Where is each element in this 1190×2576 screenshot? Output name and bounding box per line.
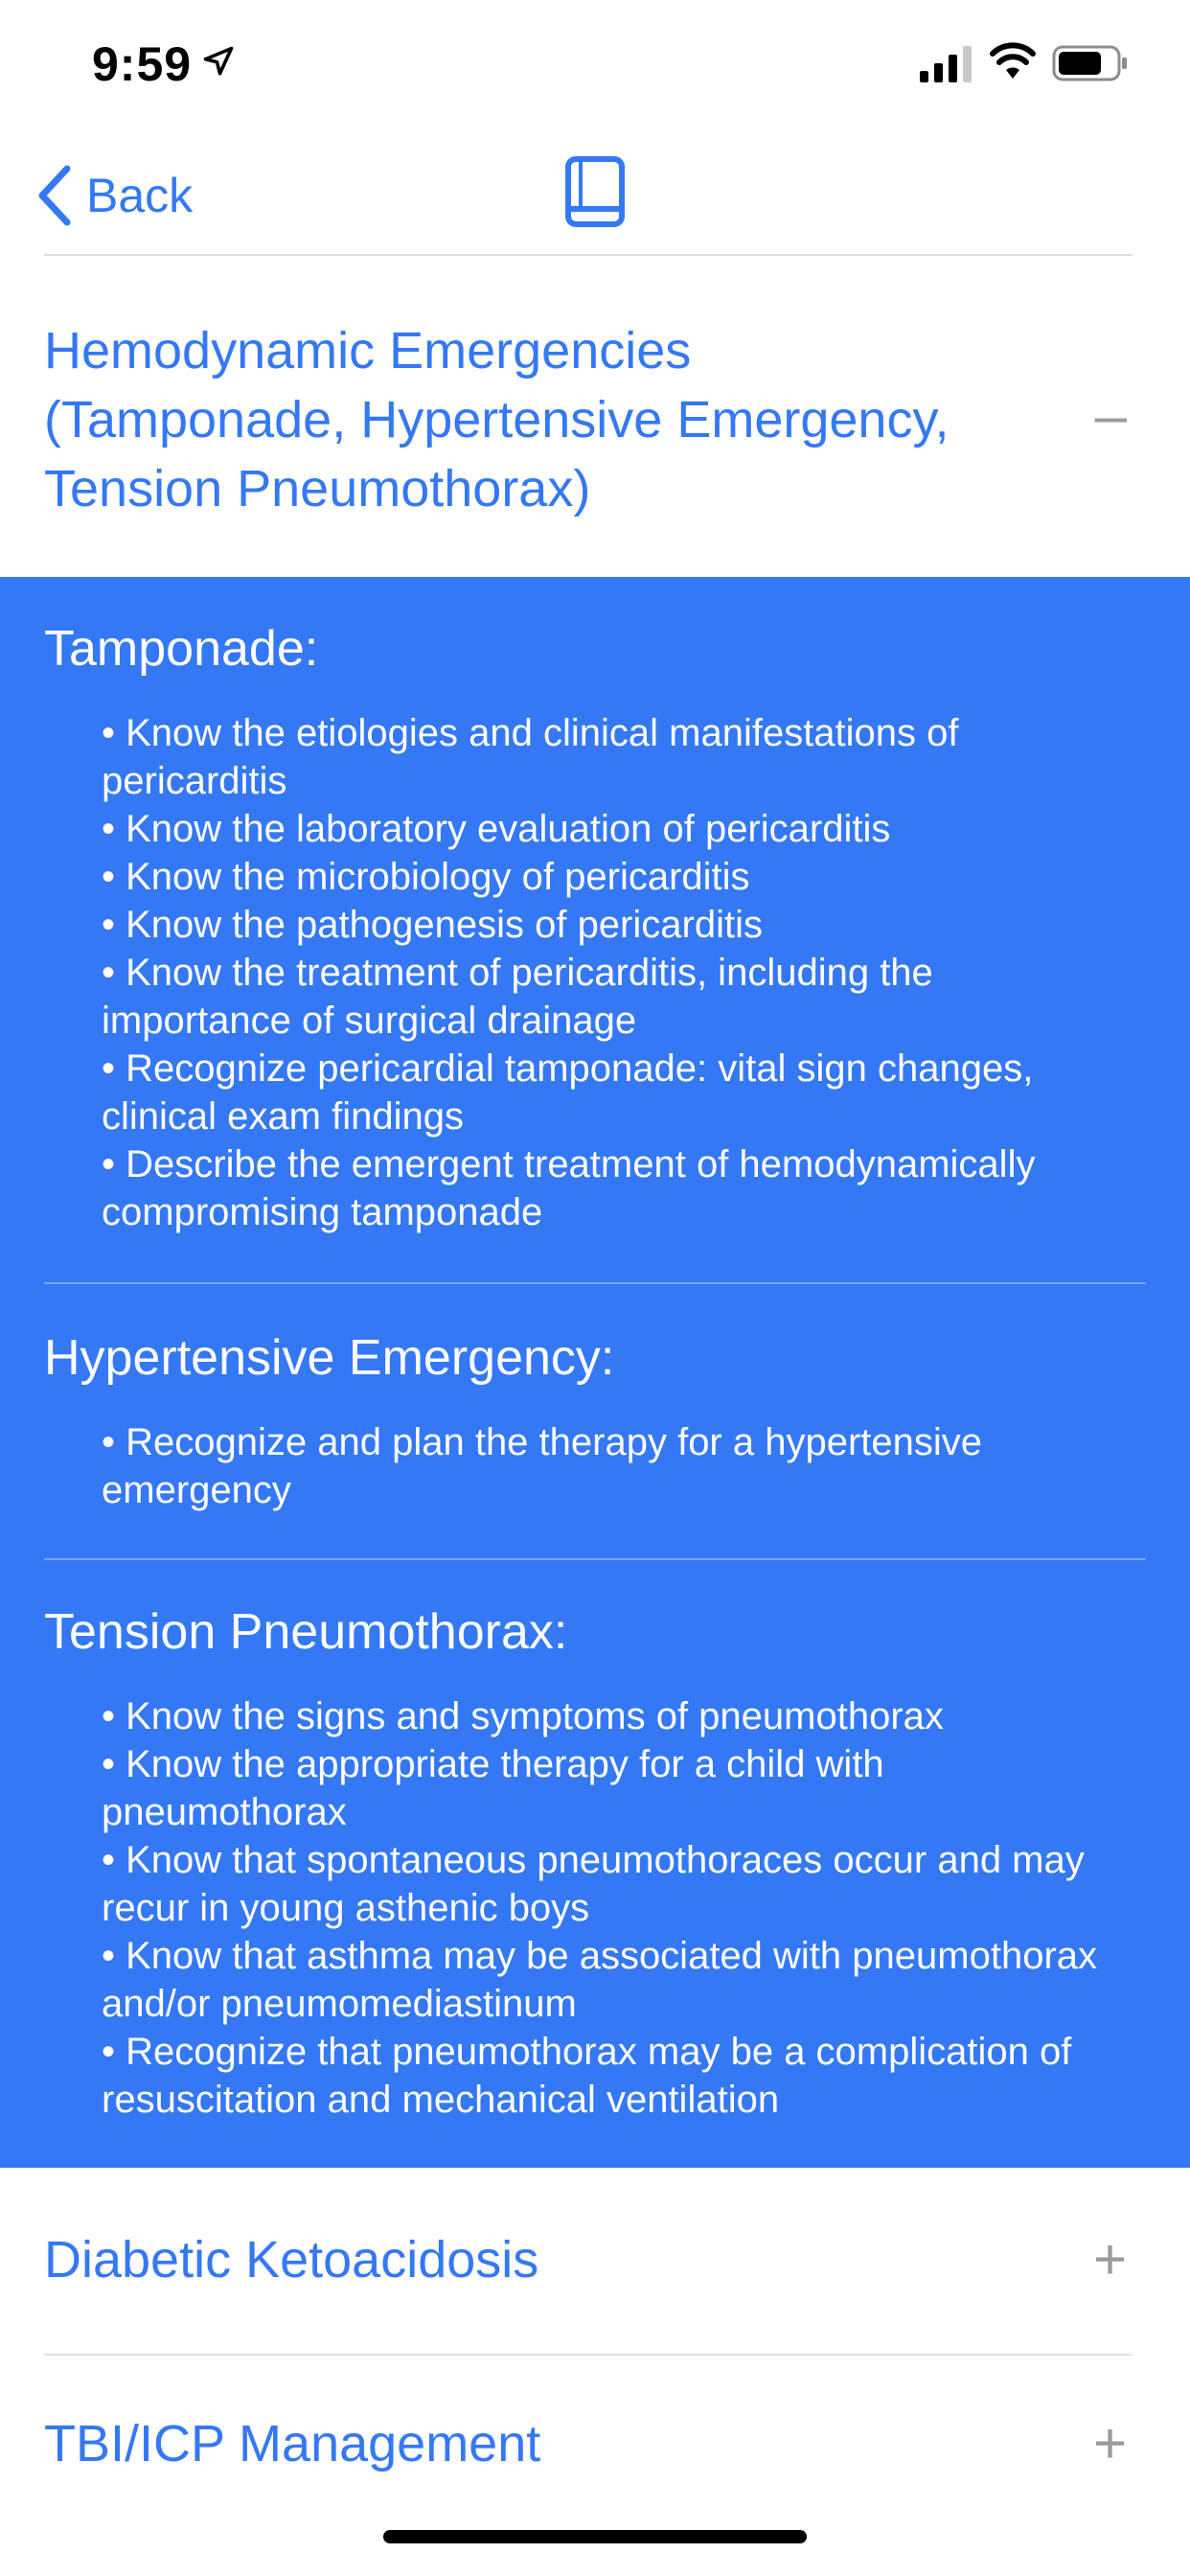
bullet-list-tension-pneumothorax: • Know the signs and symptoms of pneumot… bbox=[102, 1692, 1127, 2124]
bullet-list-tamponade: • Know the etiologies and clinical manif… bbox=[102, 709, 1127, 1236]
section-header-hemodynamic-emergencies[interactable]: Hemodynamic Emergencies (Tamponade, Hype… bbox=[0, 307, 1190, 575]
back-button[interactable]: Back bbox=[34, 157, 193, 234]
list-item: • Describe the emergent treatment of hem… bbox=[102, 1143, 1036, 1233]
subsection-title-hypertensive-emergency: Hypertensive Emergency: bbox=[44, 1330, 615, 1386]
battery-icon bbox=[1052, 45, 1127, 81]
screen: 9:59 Back Hemodynamic Emergencies (Tampo… bbox=[0, 0, 1190, 2576]
list-item: • Know that asthma may be associated wit… bbox=[102, 1935, 1098, 2025]
list-item: • Know that spontaneous pneumothoraces o… bbox=[102, 1839, 1085, 1929]
location-arrow-icon bbox=[203, 46, 234, 76]
home-indicator bbox=[383, 2530, 807, 2543]
collapse-toggle-icon[interactable]: – bbox=[1095, 387, 1127, 445]
wifi-icon bbox=[990, 42, 1036, 79]
expand-toggle-icon[interactable]: + bbox=[1093, 2415, 1127, 2472]
list-item: • Know the pathogenesis of pericarditis bbox=[102, 904, 763, 946]
status-bar: 9:59 bbox=[0, 0, 1190, 126]
expand-toggle-icon[interactable]: + bbox=[1093, 2231, 1127, 2288]
list-item: • Know the microbiology of pericarditis bbox=[102, 856, 750, 898]
back-label: Back bbox=[86, 169, 194, 222]
subsection-divider bbox=[44, 1558, 1146, 1560]
section-header-diabetic-ketoacidosis[interactable]: Diabetic Ketoacidosis + bbox=[0, 2168, 1190, 2354]
list-item: • Recognize pericardial tamponade: vital… bbox=[102, 1047, 1034, 1138]
section-title: Diabetic Ketoacidosis bbox=[44, 2231, 539, 2288]
subsection-title-tension-pneumothorax: Tension Pneumothorax: bbox=[44, 1604, 568, 1660]
list-item: • Recognize that pneumothorax may be a c… bbox=[102, 2031, 1072, 2121]
list-item: • Know the signs and symptoms of pneumot… bbox=[102, 1695, 944, 1737]
status-time: 9:59 bbox=[92, 37, 193, 91]
list-item: • Know the appropriate therapy for a chi… bbox=[102, 1743, 884, 1833]
section-title: Hemodynamic Emergencies (Tamponade, Hype… bbox=[44, 316, 949, 523]
subsection-title-tamponade: Tamponade: bbox=[44, 621, 319, 677]
expanded-content-panel: Tamponade: • Know the etiologies and cli… bbox=[0, 577, 1190, 2168]
book-icon[interactable] bbox=[563, 155, 627, 228]
section-title-line: Hemodynamic Emergencies bbox=[44, 322, 692, 380]
subsection-divider bbox=[44, 1282, 1146, 1284]
bullet-list-hypertensive-emergency: • Recognize and plan the therapy for a h… bbox=[102, 1418, 1127, 1514]
chevron-left-icon bbox=[38, 165, 71, 226]
list-item: • Know the laboratory evaluation of peri… bbox=[102, 808, 891, 850]
section-title-line: (Tamponade, Hypertensive Emergency, bbox=[44, 391, 950, 448]
list-item: • Know the treatment of pericarditis, in… bbox=[102, 952, 933, 1042]
section-title-line: Tension Pneumothorax) bbox=[44, 460, 591, 518]
section-title: TBI/ICP Management bbox=[44, 2415, 541, 2472]
cellular-signal-icon bbox=[920, 46, 972, 82]
list-item: • Know the etiologies and clinical manif… bbox=[102, 712, 959, 802]
list-item: • Recognize and plan the therapy for a h… bbox=[102, 1421, 983, 1511]
section-header-tbi-icp-management[interactable]: TBI/ICP Management + bbox=[0, 2356, 1190, 2538]
nav-divider bbox=[44, 254, 1133, 256]
navigation-bar: Back bbox=[0, 134, 1190, 257]
